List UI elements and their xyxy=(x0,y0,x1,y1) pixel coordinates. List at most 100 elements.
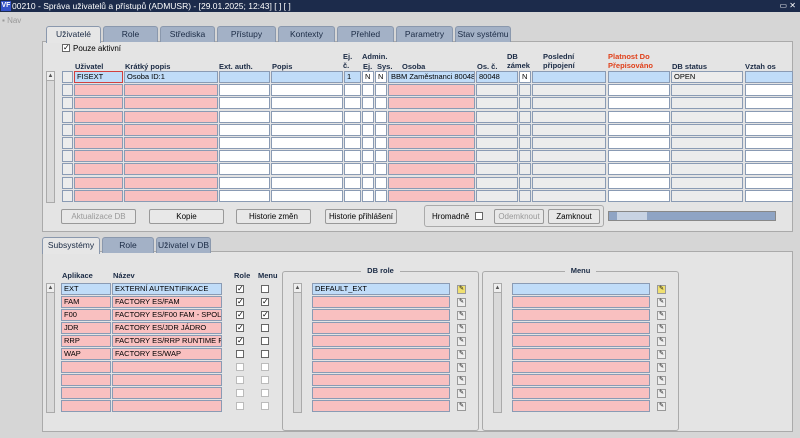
edit-icon[interactable]: ✎ xyxy=(657,389,666,398)
role-checkbox[interactable]: ✓ xyxy=(236,311,244,319)
cell-dblock[interactable] xyxy=(519,163,531,176)
cell-sys[interactable] xyxy=(375,123,387,136)
scrollbar-thumb[interactable] xyxy=(617,212,647,220)
db-role-scrollbar[interactable]: ▲ xyxy=(293,283,302,413)
cell-short[interactable]: Osoba ID:1 xyxy=(124,71,218,83)
cell-validity[interactable] xyxy=(608,84,670,97)
cell-vztah[interactable] xyxy=(745,71,793,83)
cell-last[interactable] xyxy=(532,163,606,176)
menu-cell[interactable] xyxy=(512,335,650,347)
db-role-cell[interactable] xyxy=(312,309,450,321)
edit-icon[interactable]: ✎ xyxy=(657,350,666,359)
cell-dblock[interactable] xyxy=(519,123,531,136)
cell-ext[interactable] xyxy=(219,110,270,123)
role-checkbox[interactable] xyxy=(236,350,244,358)
subtab-2[interactable]: Uživatel v DB xyxy=(156,237,211,253)
tab-4[interactable]: Kontexty xyxy=(278,26,335,42)
db-role-cell[interactable] xyxy=(312,322,450,334)
cell-dbstatus[interactable] xyxy=(671,189,743,202)
menu-checkbox[interactable] xyxy=(261,402,269,410)
cell-app[interactable]: RRP xyxy=(61,335,111,347)
cell-dbstatus[interactable] xyxy=(671,84,743,97)
cell-app[interactable]: JDR xyxy=(61,322,111,334)
cell-name[interactable] xyxy=(112,361,222,373)
scroll-up-icon[interactable]: ▲ xyxy=(47,72,54,81)
cell-sys[interactable] xyxy=(375,137,387,149)
cell-app[interactable]: WAP xyxy=(61,348,111,360)
cell-dblock[interactable] xyxy=(519,84,531,97)
unlock-button[interactable]: Odemknout xyxy=(494,209,544,224)
role-checkbox[interactable] xyxy=(236,402,244,410)
edit-icon[interactable]: ✎ xyxy=(457,311,466,320)
cell-osoba[interactable] xyxy=(388,123,475,136)
cell-sys[interactable] xyxy=(375,110,387,123)
horizontal-scrollbar[interactable] xyxy=(608,211,776,221)
cell-popis[interactable] xyxy=(271,189,343,202)
cell-sys[interactable] xyxy=(375,150,387,163)
cell-ej[interactable] xyxy=(362,176,374,189)
cell-dbstatus[interactable] xyxy=(671,150,743,163)
cell-ej[interactable] xyxy=(362,84,374,97)
cell-ext[interactable] xyxy=(219,189,270,202)
cell-vztah[interactable] xyxy=(745,110,793,123)
cell-ejc[interactable] xyxy=(344,189,361,202)
cell-osc[interactable] xyxy=(476,110,518,123)
tab-3[interactable]: Přístupy xyxy=(217,26,276,42)
menu-scrollbar[interactable]: ▲ xyxy=(493,283,502,413)
cell-ejc[interactable] xyxy=(344,150,361,163)
edit-icon[interactable]: ✎ xyxy=(457,363,466,372)
cell-dbstatus[interactable] xyxy=(671,123,743,136)
cell-ej[interactable]: N xyxy=(362,71,374,83)
cell-osc[interactable] xyxy=(476,176,518,189)
menu-checkbox[interactable]: ✓ xyxy=(261,298,269,306)
edit-icon[interactable]: ✎ xyxy=(457,376,466,385)
cell-dblock[interactable] xyxy=(519,137,531,149)
login-history-button[interactable]: Historie přihlášení xyxy=(325,209,397,224)
cell-last[interactable] xyxy=(532,123,606,136)
cell-sys[interactable] xyxy=(375,176,387,189)
edit-icon[interactable]: ✎ xyxy=(657,402,666,411)
cell-ejc[interactable] xyxy=(344,163,361,176)
menu-cell[interactable] xyxy=(512,322,650,334)
cell-ext[interactable] xyxy=(219,123,270,136)
cell-app[interactable] xyxy=(61,361,111,373)
cell-validity[interactable] xyxy=(608,123,670,136)
cell-vztah[interactable] xyxy=(745,176,793,189)
row-selector[interactable] xyxy=(62,163,73,176)
menu-checkbox[interactable] xyxy=(261,376,269,384)
cell-ej[interactable] xyxy=(362,150,374,163)
cell-validity[interactable] xyxy=(608,137,670,149)
subtab-0[interactable]: Subsystémy xyxy=(42,237,100,254)
cell-name[interactable] xyxy=(112,400,222,412)
cell-app[interactable]: F00 xyxy=(61,309,111,321)
cell-validity[interactable] xyxy=(608,150,670,163)
cell-last[interactable] xyxy=(532,71,606,83)
bulk-checkbox[interactable] xyxy=(475,212,483,220)
cell-osoba[interactable] xyxy=(388,163,475,176)
cell-short[interactable] xyxy=(124,150,218,163)
db-role-cell[interactable]: DEFAULT_EXT xyxy=(312,283,450,295)
cell-ext[interactable] xyxy=(219,137,270,149)
role-checkbox[interactable] xyxy=(236,376,244,384)
edit-icon[interactable]: ✎ xyxy=(457,337,466,346)
cell-dbstatus[interactable] xyxy=(671,163,743,176)
tab-1[interactable]: Role xyxy=(103,26,158,42)
tab-7[interactable]: Stav systému xyxy=(455,26,511,42)
db-role-cell[interactable] xyxy=(312,361,450,373)
menu-cell[interactable] xyxy=(512,400,650,412)
cell-validity[interactable] xyxy=(608,189,670,202)
edit-icon[interactable]: ✎ xyxy=(457,298,466,307)
role-checkbox[interactable]: ✓ xyxy=(236,324,244,332)
cell-last[interactable] xyxy=(532,137,606,149)
cell-short[interactable] xyxy=(124,176,218,189)
db-role-cell[interactable] xyxy=(312,348,450,360)
cell-short[interactable] xyxy=(124,123,218,136)
role-checkbox[interactable] xyxy=(236,363,244,371)
cell-ejc[interactable] xyxy=(344,137,361,149)
cell-user[interactable] xyxy=(74,163,123,176)
menu-cell[interactable] xyxy=(512,296,650,308)
row-selector[interactable] xyxy=(62,137,73,149)
cell-name[interactable]: FACTORY ES/RRP RUNTIME REPOSITORY xyxy=(112,335,222,347)
cell-last[interactable] xyxy=(532,84,606,97)
cell-ext[interactable] xyxy=(219,97,270,110)
